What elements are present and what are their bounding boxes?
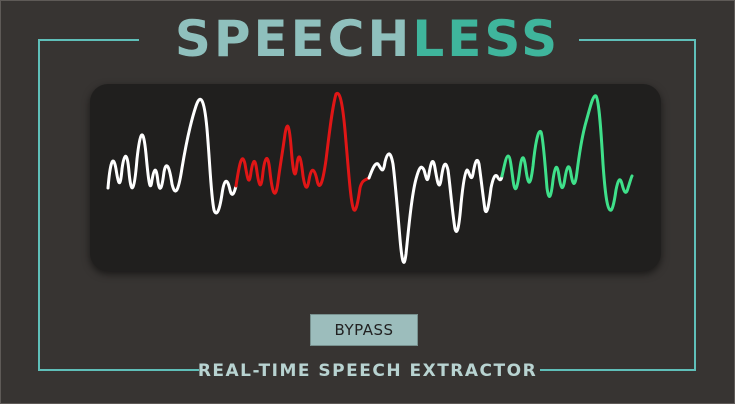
title-less: LESS (412, 10, 561, 68)
noise-segment (234, 91, 371, 212)
waveform-graph (106, 91, 634, 264)
speech-segment-1 (106, 97, 238, 215)
app-title: SPEECHLESS (1, 9, 734, 69)
speech-segment-2 (367, 152, 504, 264)
extracted-speech-segment (500, 94, 634, 212)
title-speech: SPEECH (174, 10, 413, 68)
app-subtitle: REAL-TIME SPEECH EXTRACTOR (197, 361, 538, 381)
plugin-window: SPEECHLESS BYPASS REAL-TIME SPEECH EXTRA… (0, 0, 735, 404)
bypass-button[interactable]: BYPASS (310, 314, 418, 346)
